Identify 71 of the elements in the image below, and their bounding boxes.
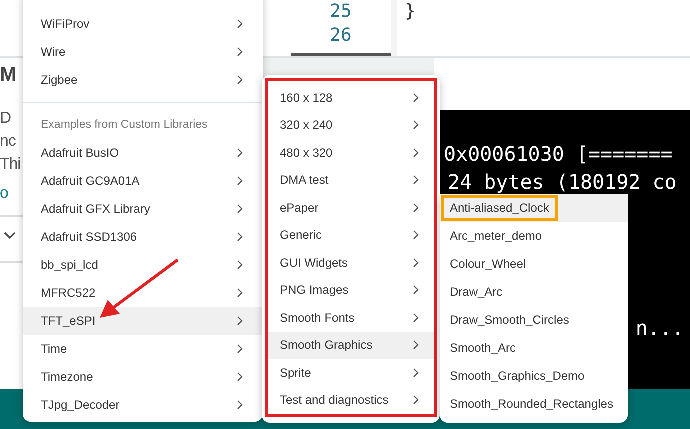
menu-item[interactable]: Smooth_Arc — [440, 334, 628, 362]
chevron-right-icon — [413, 202, 419, 213]
chevron-right-icon — [413, 285, 419, 296]
menu-item[interactable]: MFRC522 — [23, 279, 263, 307]
chevron-right-icon — [237, 372, 243, 382]
line-number: 26 — [330, 24, 352, 48]
menu-item[interactable]: Adafruit GC9A01A — [23, 167, 263, 195]
line-number: 25 — [330, 0, 352, 24]
menu-item[interactable]: Adafruit GFX Library — [23, 195, 263, 223]
code-line: } — [405, 2, 417, 22]
console-line: n... — [636, 315, 684, 342]
menu-item[interactable]: Arc_meter_demo — [440, 222, 628, 250]
menu-item[interactable]: Time — [23, 335, 263, 363]
chevron-right-icon — [237, 176, 243, 186]
menu-item[interactable]: Colour_Wheel — [440, 250, 628, 278]
menu-item[interactable]: Zigbee — [23, 66, 263, 94]
chevron-right-icon — [413, 120, 419, 130]
chevron-right-icon — [413, 148, 419, 158]
chevron-right-icon — [413, 258, 419, 268]
panel-text: Thi — [0, 155, 22, 175]
chevron-right-icon — [413, 395, 419, 406]
chevron-right-icon — [413, 312, 419, 323]
menu-item[interactable]: Draw_Smooth_Circles — [440, 306, 628, 334]
chevron-right-icon — [413, 92, 419, 103]
panel-text: D — [0, 109, 12, 129]
menu-item[interactable]: ePaper — [268, 194, 434, 222]
chevron-right-icon — [237, 204, 243, 214]
chevron-right-icon — [237, 47, 243, 57]
menu-item[interactable]: TFT_eSPI — [23, 307, 263, 335]
menu-item[interactable]: Smooth_Graphics_Demo — [440, 362, 628, 390]
menu-item[interactable]: Adafruit SSD1306 — [23, 223, 263, 251]
menu-item[interactable]: Smooth Fonts — [268, 304, 434, 332]
menu-section-header: Examples from Custom Libraries — [40, 118, 209, 133]
menu-item[interactable]: PNG Images — [268, 276, 434, 304]
chevron-right-icon — [237, 400, 243, 410]
menu-item[interactable]: GUI Widgets — [268, 249, 434, 276]
chevron-right-icon — [237, 260, 243, 270]
chevron-right-icon — [237, 316, 243, 326]
chevron-right-icon — [237, 19, 243, 29]
menu-item[interactable]: Draw_Arc — [440, 278, 628, 306]
chevron-right-icon — [237, 148, 243, 158]
menu-item[interactable]: DMA test — [268, 166, 434, 194]
menu-item[interactable]: Smooth_Rounded_Rectangles — [440, 390, 628, 418]
menu-item[interactable]: Adafruit BusIO — [23, 139, 263, 167]
menu-item[interactable]: 480 x 320 — [268, 139, 434, 166]
menu-item[interactable]: Timezone — [23, 363, 263, 391]
chevron-right-icon — [237, 288, 243, 298]
chevron-right-icon — [413, 340, 419, 350]
chevron-right-icon — [237, 344, 243, 354]
panel-text: nc — [0, 132, 17, 152]
menu-item[interactable]: TJpg_Decoder — [23, 391, 263, 419]
menu-item[interactable]: 160 x 128 — [268, 84, 434, 112]
menu-item[interactable]: Sprite — [268, 359, 434, 386]
chevron-right-icon — [413, 175, 419, 186]
chevron-right-icon — [413, 230, 419, 240]
chevron-right-icon — [413, 368, 419, 378]
chevron-right-icon — [237, 232, 243, 242]
console-line: 0x00061030 [======= — [444, 141, 674, 168]
panel-link[interactable]: o — [0, 182, 24, 205]
chevron-right-icon — [237, 75, 243, 85]
menu-item[interactable]: Anti-aliased_Clock — [440, 194, 628, 222]
panel-heading: M — [0, 64, 18, 87]
menu-item[interactable]: Generic — [268, 222, 434, 249]
menu-item[interactable]: bb_spi_lcd — [23, 251, 263, 279]
menu-item[interactable]: WiFiProv — [23, 10, 263, 38]
menu-item[interactable]: Smooth Graphics — [268, 332, 434, 359]
console-line: 24 bytes (180192 co — [448, 169, 678, 196]
menu-item[interactable]: 320 x 240 — [268, 112, 434, 139]
menu-item[interactable]: Wire — [23, 38, 263, 66]
chevron-down-icon[interactable] — [2, 231, 18, 241]
menu-item[interactable]: Test and diagnostics — [268, 386, 434, 414]
